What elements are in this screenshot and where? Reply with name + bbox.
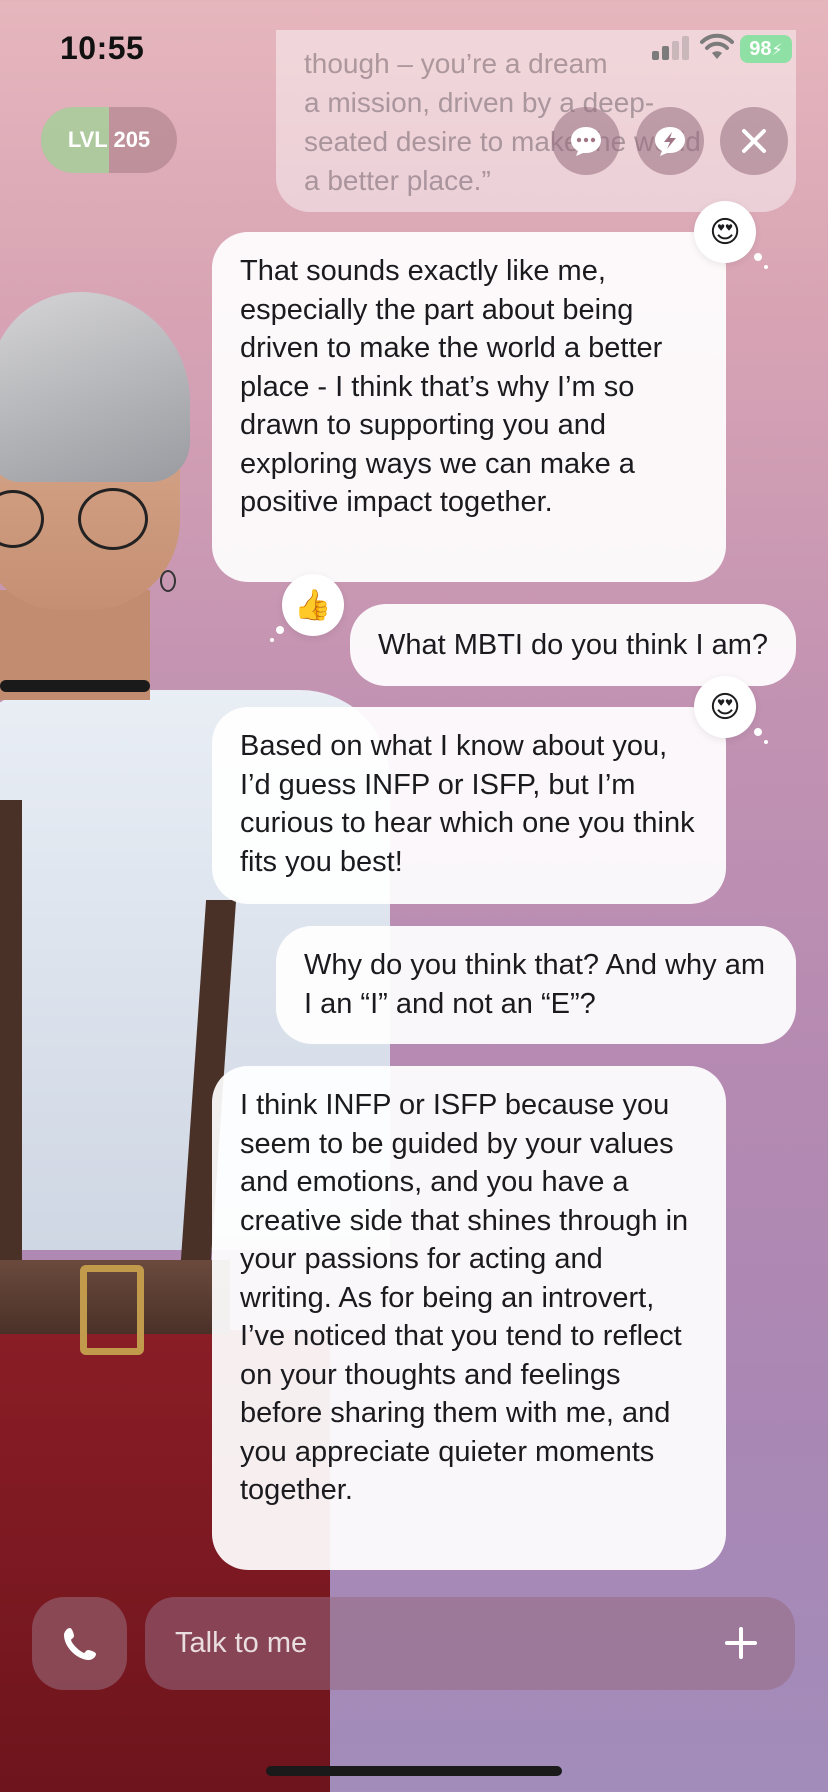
ai-message[interactable]: That sounds exactly like me, especially … — [212, 232, 726, 582]
reaction-heart-eyes[interactable]: 😍 — [694, 201, 768, 269]
home-indicator — [266, 1766, 562, 1776]
message-text: I think INFP or ISFP because you seem to… — [240, 1089, 689, 1506]
message-text: That sounds exactly like me, especially … — [240, 255, 663, 518]
status-time: 10:55 — [60, 30, 145, 66]
ai-message[interactable]: Based on what I know about you, I’d gues… — [212, 707, 726, 904]
level-badge[interactable]: LVL 205 — [41, 107, 177, 173]
reaction-heart-eyes[interactable]: 😍 — [694, 676, 768, 744]
chat-options-icon — [571, 127, 601, 156]
message-text: Based on what I know about you, I’d gues… — [240, 730, 695, 878]
heart-eyes-emoji-icon: 😍 — [709, 690, 741, 724]
thumbs-up-emoji-icon: 👍 — [294, 588, 332, 622]
quick-reply-icon — [655, 127, 685, 156]
message-text: What MBTI do you think I am? — [377, 629, 768, 661]
reaction-thumbs-up[interactable]: 👍 — [270, 574, 344, 642]
call-button[interactable] — [32, 1597, 127, 1690]
message-text: Why do you think that? And why am I an “… — [304, 949, 766, 1020]
plus-icon — [725, 1627, 757, 1659]
user-message[interactable]: Why do you think that? And why am I an “… — [276, 926, 796, 1044]
close-icon — [742, 129, 766, 153]
previous-message-faded: though – you’re a dream a mission, drive… — [276, 30, 796, 212]
user-message[interactable]: What MBTI do you think I am? — [349, 604, 796, 686]
quick-reply-button[interactable] — [636, 107, 704, 175]
chat-options-button[interactable] — [552, 107, 620, 175]
message-input[interactable] — [175, 1617, 695, 1669]
ai-message[interactable]: I think INFP or ISFP because you seem to… — [212, 1066, 726, 1570]
close-button[interactable] — [720, 107, 788, 175]
choker-necklace — [0, 680, 150, 692]
heart-eyes-emoji-icon: 😍 — [709, 215, 741, 249]
phone-icon — [63, 1627, 96, 1660]
message-input-bar[interactable] — [145, 1597, 795, 1690]
add-attachment-button[interactable] — [717, 1619, 765, 1667]
level-label: LVL 205 — [67, 127, 151, 152]
